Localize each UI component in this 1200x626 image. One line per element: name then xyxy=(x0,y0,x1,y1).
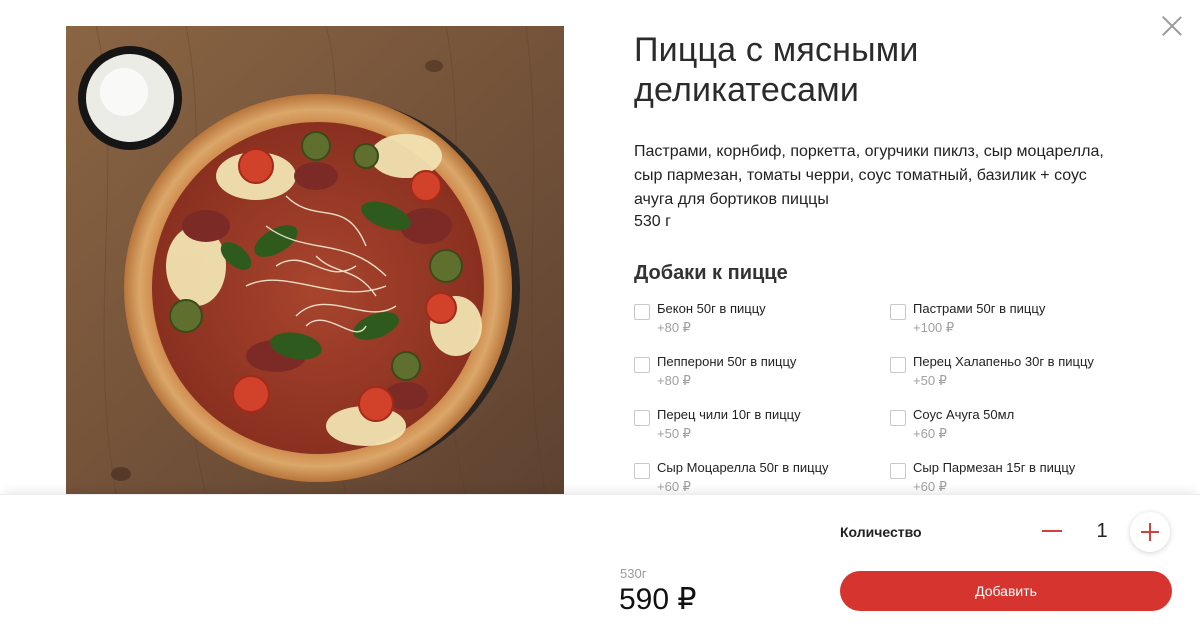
addon-name: Сыр Пармезан 15г в пиццу xyxy=(913,460,1076,475)
product-weight: 530 г xyxy=(634,213,671,230)
footer-weight: 530г xyxy=(620,566,647,581)
addon-name: Соус Ачуга 50мл xyxy=(913,407,1015,422)
product-image xyxy=(66,26,564,494)
addon-price: +50 ₽ xyxy=(657,426,691,441)
addon-name: Перец чили 10г в пиццу xyxy=(657,407,801,422)
description-line1: Пастрами, корнбиф, поркетта, огурчики пи… xyxy=(634,143,1104,160)
minus-icon[interactable] xyxy=(1038,513,1066,549)
checkbox-icon[interactable] xyxy=(634,357,650,373)
addon-item[interactable]: Сыр Пармезан 15г в пиццу +60 ₽ xyxy=(890,459,1150,494)
product-title-line1: Пицца с мясными xyxy=(634,31,919,69)
addon-price: +80 ₽ xyxy=(657,320,691,335)
addon-price: +60 ₽ xyxy=(913,479,947,494)
product-title-line2: деликатесами xyxy=(634,71,860,109)
checkbox-icon[interactable] xyxy=(890,357,906,373)
checkbox-icon[interactable] xyxy=(634,463,650,479)
description-line3: ачуга для бортиков пиццы xyxy=(634,191,829,208)
addon-name: Пастрами 50г в пиццу xyxy=(913,301,1046,316)
order-footer: Количество 1 530г 590 ₽ Добавить xyxy=(0,494,1200,626)
addon-price: +60 ₽ xyxy=(913,426,947,441)
checkbox-icon[interactable] xyxy=(890,304,906,320)
checkbox-icon[interactable] xyxy=(890,463,906,479)
product-description: Пастрами, корнбиф, поркетта, огурчики пи… xyxy=(634,140,1144,212)
addon-item[interactable]: Бекон 50г в пиццу +80 ₽ xyxy=(634,300,894,344)
description-line2: сыр пармезан, томаты черри, соус томатны… xyxy=(634,167,1087,184)
addon-price: +50 ₽ xyxy=(913,373,947,388)
addon-price: +80 ₽ xyxy=(657,373,691,388)
addon-item[interactable]: Перец чили 10г в пиццу +50 ₽ xyxy=(634,406,894,450)
addon-name: Пепперони 50г в пиццу xyxy=(657,354,797,369)
plus-icon[interactable] xyxy=(1130,512,1170,552)
addon-item[interactable]: Пастрами 50г в пиццу +100 ₽ xyxy=(890,300,1150,344)
close-icon[interactable] xyxy=(1158,12,1186,40)
add-to-cart-button[interactable]: Добавить xyxy=(840,571,1172,611)
quantity-label: Количество xyxy=(840,524,922,540)
addon-item[interactable]: Пепперони 50г в пиццу +80 ₽ xyxy=(634,353,894,397)
addon-name: Бекон 50г в пиццу xyxy=(657,301,766,316)
addons-list: Бекон 50г в пиццу +80 ₽ Пастрами 50г в п… xyxy=(634,300,1164,494)
addon-item[interactable]: Перец Халапеньо 30г в пиццу +50 ₽ xyxy=(890,353,1150,397)
quantity-value: 1 xyxy=(1096,520,1108,542)
addon-item[interactable]: Соус Ачуга 50мл +60 ₽ xyxy=(890,406,1150,450)
addons-title: Добаки к пицце xyxy=(634,262,788,284)
product-modal: Пицца с мясными деликатесами Пастрами, к… xyxy=(0,0,1200,626)
addon-price: +60 ₽ xyxy=(657,479,691,494)
product-title: Пицца с мясными деликатесами xyxy=(634,30,1054,110)
checkbox-icon[interactable] xyxy=(634,410,650,426)
total-price: 590 ₽ xyxy=(619,583,697,616)
addon-name: Сыр Моцарелла 50г в пиццу xyxy=(657,460,829,475)
addon-price: +100 ₽ xyxy=(913,320,955,335)
checkbox-icon[interactable] xyxy=(890,410,906,426)
addon-item[interactable]: Сыр Моцарелла 50г в пиццу +60 ₽ xyxy=(634,459,894,494)
addon-name: Перец Халапеньо 30г в пиццу xyxy=(913,354,1094,369)
checkbox-icon[interactable] xyxy=(634,304,650,320)
